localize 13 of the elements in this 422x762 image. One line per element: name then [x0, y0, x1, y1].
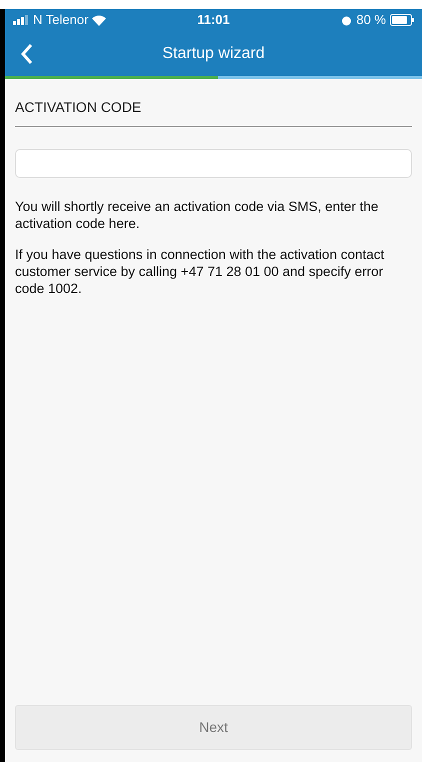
signal-icon	[13, 15, 29, 25]
back-chevron-icon	[21, 43, 33, 65]
info-paragraph: If you have questions in connection with the activation contact customer service by calling +47 71 28 01 00 and specify error code 1002.	[15, 246, 386, 297]
clock-time: 11:01	[196, 11, 231, 30]
wifi-icon	[92, 14, 106, 26]
carrier-name: N Telenor	[33, 11, 88, 30]
section-heading: ACTIVATION CODE	[15, 98, 142, 117]
screen-title: Startup wizard	[162, 44, 265, 64]
info-paragraph: You will shortly receive an activation code via SMS, enter the activation code here.	[15, 198, 380, 232]
battery-icon	[390, 14, 414, 26]
alarm-icon	[341, 14, 352, 26]
activation-code-field[interactable]	[15, 149, 412, 178]
battery-percent: 80 %	[356, 11, 386, 30]
